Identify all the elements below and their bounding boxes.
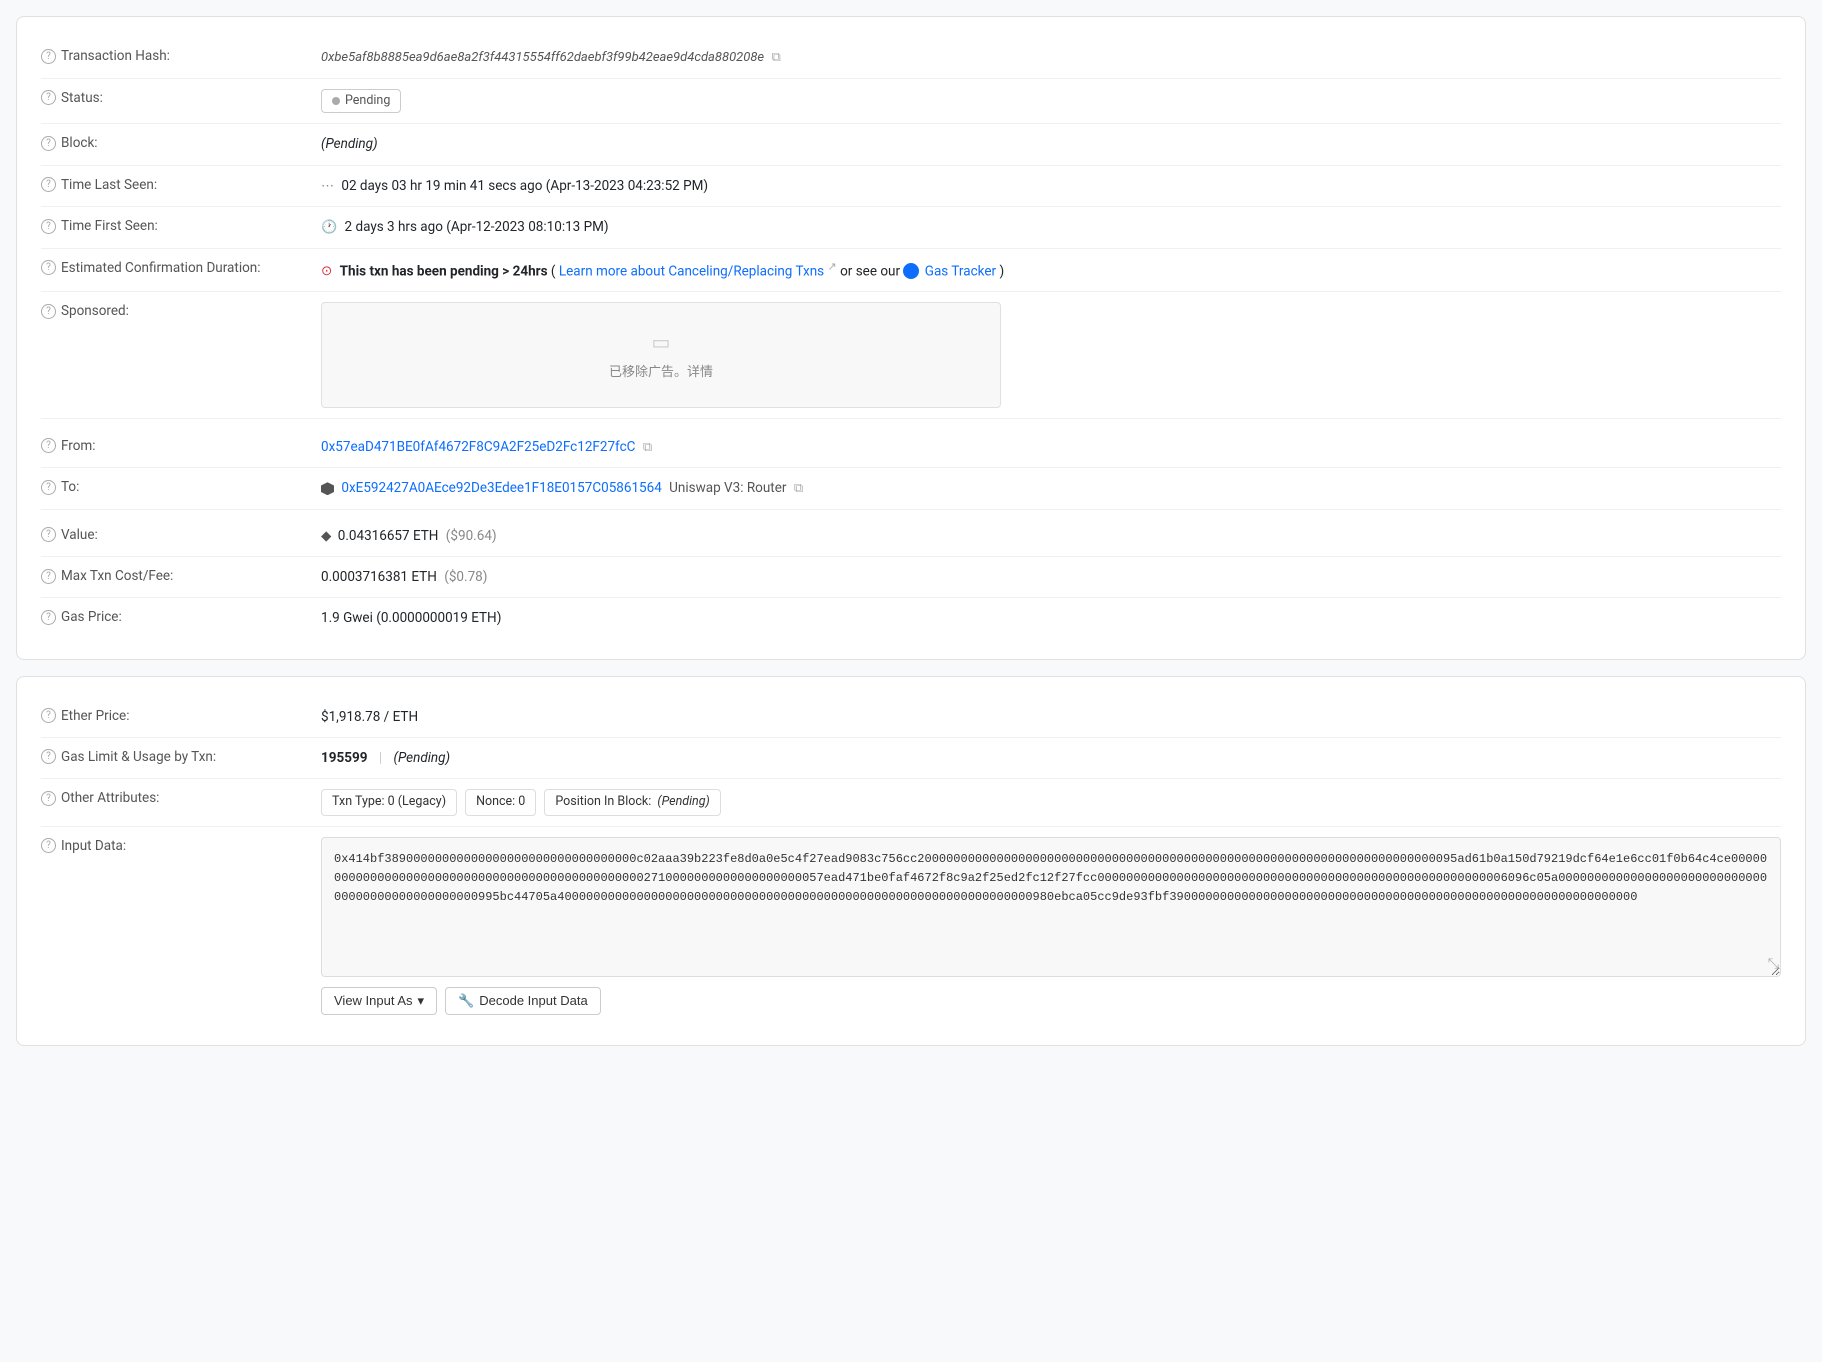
from-copy-icon[interactable]: ⧉ — [643, 438, 652, 458]
block-value: (Pending) — [321, 134, 1781, 154]
input-data-resize-wrapper: 0x414bf389000000000000000000000000000000… — [321, 837, 1781, 977]
to-copy-icon[interactable]: ⧉ — [794, 479, 803, 499]
time-first-seen-icon: 🕐 — [321, 220, 337, 235]
time-first-seen-label: ? Time First Seen: — [41, 217, 321, 234]
status-label: ? Status: — [41, 89, 321, 106]
sponsored-label: ? Sponsored: — [41, 302, 321, 319]
decode-icon: 🔧 — [458, 993, 474, 1009]
status-row: ? Status: Pending — [41, 79, 1781, 125]
from-label: ? From: — [41, 437, 321, 454]
max-txn-cost-value: 0.0003716381 ETH ($0.78) — [321, 567, 1781, 587]
time-last-seen-label: ? Time Last Seen: — [41, 176, 321, 193]
other-attributes-row: ? Other Attributes: Txn Type: 0 (Legacy)… — [41, 779, 1781, 827]
value-label: ? Value: — [41, 526, 321, 543]
resize-handle-icon: ⤡ — [1768, 954, 1779, 975]
time-last-seen-row: ? Time Last Seen: ⋯ 02 days 03 hr 19 min… — [41, 166, 1781, 208]
time-last-seen-icon: ⋯ — [321, 179, 334, 194]
from-value: 0x57eaD471BE0fAf4672F8C9A2F25eD2Fc12F27f… — [321, 437, 1781, 458]
status-help-icon[interactable]: ? — [41, 90, 56, 105]
sponsored-value: ▭ 已移除广告。详情 — [321, 302, 1781, 408]
warning-icon: ⊙ — [321, 263, 332, 279]
from-row: ? From: 0x57eaD471BE0fAf4672F8C9A2F25eD2… — [41, 427, 1781, 469]
ether-price-label: ? Ether Price: — [41, 707, 321, 724]
transaction-card-2: ? Ether Price: $1,918.78 / ETH ? Gas Lim… — [16, 676, 1806, 1046]
estimated-confirmation-label: ? Estimated Confirmation Duration: — [41, 259, 321, 276]
position-badge: Position In Block: (Pending) — [544, 789, 720, 816]
value-row: ? Value: ◆ 0.04316657 ETH ($90.64) — [41, 516, 1781, 557]
eth-diamond-icon: ◆ — [321, 528, 331, 544]
time-first-seen-row: ? Time First Seen: 🕐 2 days 3 hrs ago (A… — [41, 207, 1781, 249]
contract-icon — [321, 482, 334, 495]
value-amount: ◆ 0.04316657 ETH ($90.64) — [321, 526, 1781, 546]
from-help-icon[interactable]: ? — [41, 438, 56, 453]
input-data-label: ? Input Data: — [41, 837, 321, 854]
ether-price-help-icon[interactable]: ? — [41, 708, 56, 723]
gas-limit-label: ? Gas Limit & Usage by Txn: — [41, 748, 321, 765]
to-value: 0xE592427A0AEce92De3Edee1F18E0157C058615… — [321, 478, 1781, 499]
txn-type-badge: Txn Type: 0 (Legacy) — [321, 789, 457, 816]
from-address-link[interactable]: 0x57eaD471BE0fAf4672F8C9A2F25eD2Fc12F27f… — [321, 439, 635, 455]
input-data-box: 0x414bf389000000000000000000000000000000… — [321, 837, 1781, 977]
estimated-confirmation-help-icon[interactable]: ? — [41, 260, 56, 275]
gas-limit-row: ? Gas Limit & Usage by Txn: 195599 | (Pe… — [41, 738, 1781, 779]
decode-input-data-button[interactable]: 🔧 Decode Input Data — [445, 987, 601, 1015]
block-label: ? Block: — [41, 134, 321, 151]
status-value: Pending — [321, 89, 1781, 114]
other-attributes-help-icon[interactable]: ? — [41, 791, 56, 806]
to-contract-name: Uniswap V3: Router — [669, 480, 786, 496]
time-last-seen-help-icon[interactable]: ? — [41, 177, 56, 192]
max-txn-cost-help-icon[interactable]: ? — [41, 569, 56, 584]
estimated-confirmation-row: ? Estimated Confirmation Duration: ⊙ Thi… — [41, 249, 1781, 293]
gas-tracker-icon — [903, 263, 919, 279]
gas-price-row: ? Gas Price: 1.9 Gwei (0.0000000019 ETH) — [41, 598, 1781, 638]
sponsored-row: ? Sponsored: ▭ 已移除广告。详情 — [41, 292, 1781, 419]
status-dot — [332, 97, 340, 105]
attribute-badges: Txn Type: 0 (Legacy) Nonce: 0 Position I… — [321, 789, 1781, 816]
value-help-icon[interactable]: ? — [41, 527, 56, 542]
canceling-replacing-link[interactable]: Learn more about Canceling/Replacing Txn… — [559, 263, 824, 279]
ether-price-value: $1,918.78 / ETH — [321, 707, 1781, 727]
gas-limit-help-icon[interactable]: ? — [41, 749, 56, 764]
transaction-hash-row: ? Transaction Hash: 0xbe5af8b8885ea9d6ae… — [41, 37, 1781, 79]
to-help-icon[interactable]: ? — [41, 480, 56, 495]
input-data-help-icon[interactable]: ? — [41, 838, 56, 853]
sponsored-box: ▭ 已移除广告。详情 — [321, 302, 1001, 408]
max-txn-cost-row: ? Max Txn Cost/Fee: 0.0003716381 ETH ($0… — [41, 557, 1781, 598]
time-first-seen-value: 🕐 2 days 3 hrs ago (Apr-12-2023 08:10:13… — [321, 217, 1781, 238]
other-attributes-value: Txn Type: 0 (Legacy) Nonce: 0 Position I… — [321, 789, 1781, 816]
to-row: ? To: 0xE592427A0AEce92De3Edee1F18E0157C… — [41, 468, 1781, 510]
sponsored-help-icon[interactable]: ? — [41, 304, 56, 319]
to-address-link[interactable]: 0xE592427A0AEce92De3Edee1F18E0157C058615… — [341, 480, 661, 496]
input-actions: View Input As ▾ 🔧 Decode Input Data — [321, 987, 1781, 1015]
max-txn-cost-label: ? Max Txn Cost/Fee: — [41, 567, 321, 584]
block-help-icon[interactable]: ? — [41, 136, 56, 151]
status-badge: Pending — [321, 89, 401, 114]
transaction-card-1: ? Transaction Hash: 0xbe5af8b8885ea9d6ae… — [16, 16, 1806, 660]
gas-price-label: ? Gas Price: — [41, 608, 321, 625]
external-link-icon: ↗ — [828, 260, 837, 273]
time-first-seen-help-icon[interactable]: ? — [41, 219, 56, 234]
chevron-down-icon: ▾ — [418, 993, 425, 1009]
to-label: ? To: — [41, 478, 321, 495]
gas-limit-value: 195599 | (Pending) — [321, 748, 1781, 768]
nonce-badge: Nonce: 0 — [465, 789, 536, 816]
transaction-hash-copy-icon[interactable]: ⧉ — [771, 48, 780, 68]
gas-tracker-link[interactable]: Gas Tracker — [925, 263, 996, 279]
ad-icon: ▭ — [346, 327, 976, 357]
input-data-container: 0x414bf389000000000000000000000000000000… — [321, 837, 1781, 1015]
pipe-divider: | — [379, 750, 382, 766]
transaction-hash-help-icon[interactable]: ? — [41, 49, 56, 64]
block-row: ? Block: (Pending) — [41, 124, 1781, 165]
input-data-row: ? Input Data: 0x414bf3890000000000000000… — [41, 827, 1781, 1025]
view-input-as-button[interactable]: View Input As ▾ — [321, 987, 437, 1015]
transaction-hash-value: 0xbe5af8b8885ea9d6ae8a2f3f44315554ff62da… — [321, 47, 1781, 68]
gas-price-help-icon[interactable]: ? — [41, 610, 56, 625]
transaction-hash-label: ? Transaction Hash: — [41, 47, 321, 64]
time-last-seen-value: ⋯ 02 days 03 hr 19 min 41 secs ago (Apr-… — [321, 176, 1781, 197]
estimated-confirmation-value: ⊙ This txn has been pending > 24hrs ( Le… — [321, 259, 1781, 282]
gas-price-value: 1.9 Gwei (0.0000000019 ETH) — [321, 608, 1781, 628]
spacer — [41, 419, 1781, 427]
ether-price-row: ? Ether Price: $1,918.78 / ETH — [41, 697, 1781, 738]
other-attributes-label: ? Other Attributes: — [41, 789, 321, 806]
